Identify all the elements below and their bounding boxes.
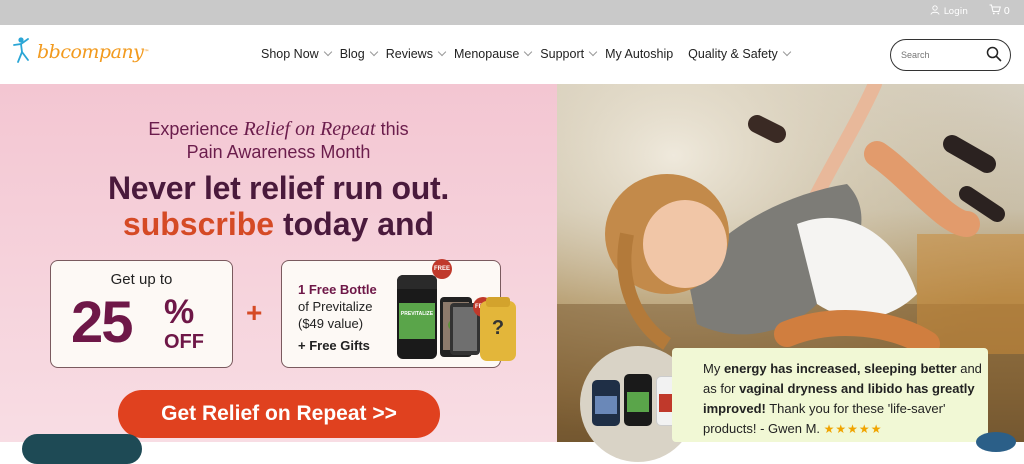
hero-line1-emphasis: Relief on Repeat	[243, 118, 376, 140]
discount-card: Get up to 25 % OFF	[50, 260, 233, 368]
free-bottle-title: 1 Free Bottle	[298, 282, 377, 297]
chevron-down-icon	[437, 47, 447, 57]
nav-label: My Autoship	[605, 47, 674, 61]
free-bottle-product: of Previtalize	[298, 299, 373, 314]
hero-line1-pre: Experience	[148, 119, 244, 139]
nav-label: Support	[540, 47, 585, 61]
hero-promo-panel: Experience Relief on Repeat this Pain Aw…	[0, 84, 557, 464]
cart-count: 0	[1003, 5, 1010, 17]
search-box	[890, 39, 1011, 71]
discount-upto: Get up to	[110, 271, 173, 288]
chevron-down-icon	[524, 47, 533, 57]
site-header: bbcompany ™ Shop Now Blog Reviews Menopa…	[0, 25, 1024, 84]
logo-text: bbcompany	[37, 41, 144, 63]
free-bottle-card: 1 Free Bottle of Previtalize ($49 value)…	[281, 259, 516, 368]
testimonial-card: My energy has increased, sleeping better…	[672, 348, 988, 442]
bottle-label: PREVITALIZE	[400, 311, 434, 317]
discount-percent-sign: %	[164, 293, 195, 331]
nav-item-menopause[interactable]: Menopause	[453, 47, 533, 61]
plus-sign: +	[246, 297, 263, 328]
nav-item-blog[interactable]: Blog	[339, 47, 378, 61]
floating-help-button[interactable]	[976, 432, 1016, 452]
search-icon[interactable]	[986, 46, 1002, 66]
top-utility-bar: Login 0	[0, 0, 1024, 25]
nav-item-reviews[interactable]: Reviews	[385, 47, 447, 61]
free-badge: FREE	[432, 259, 452, 279]
cart-icon	[989, 4, 1001, 18]
hero-headline-line1: Experience Relief on Repeat this	[0, 118, 557, 141]
hero-line1-post: this	[375, 119, 409, 139]
nav-label: Quality & Safety	[688, 47, 778, 61]
hero-subscribe-word: subscribe	[122, 206, 275, 242]
hero-headline-line4: subscribe today and	[0, 206, 557, 243]
previtalize-bottle-image: PREVITALIZE	[397, 275, 437, 359]
mystery-question-mark: ?	[491, 317, 505, 339]
cart-link[interactable]: 0	[989, 4, 1010, 18]
bbcompany-logo[interactable]: bbcompany ™	[13, 35, 149, 69]
search-input[interactable]	[901, 50, 981, 60]
chevron-down-icon	[782, 47, 792, 57]
discount-number: 25	[71, 290, 133, 355]
hero-headline-line3: Never let relief run out.	[107, 170, 450, 206]
star-rating: ★★★★★	[823, 422, 883, 436]
nav-item-support[interactable]: Support	[540, 47, 598, 61]
login-link[interactable]: Login	[930, 5, 968, 18]
nav-label: Menopause	[453, 47, 520, 61]
hero-headline-line2: Pain Awareness Month	[186, 142, 371, 162]
nav-label: Shop Now	[261, 47, 319, 61]
testimonial-quote: My energy has increased, sleeping better…	[703, 359, 983, 439]
quote-bold: energy has increased, sleeping better	[723, 361, 957, 376]
user-icon	[930, 5, 940, 18]
get-relief-cta-button[interactable]: Get Relief on Repeat >>	[118, 390, 440, 438]
chevron-down-icon	[588, 47, 598, 57]
nav-item-my-autoship[interactable]: My Autoship	[605, 47, 673, 61]
free-gifts-label: + Free Gifts	[298, 338, 370, 353]
logo-trademark: ™	[143, 48, 150, 56]
discount-off: OFF	[164, 331, 204, 353]
logo-figure-icon	[13, 35, 35, 69]
chat-bubble-widget[interactable]	[22, 434, 142, 464]
nav-item-quality-safety[interactable]: Quality & Safety	[688, 47, 792, 61]
chevron-down-icon	[323, 47, 332, 57]
nav-item-shop-now[interactable]: Shop Now	[261, 47, 332, 61]
hero-line4-rest: today and	[274, 206, 435, 242]
mystery-gift-jar-image: ?	[480, 297, 516, 361]
quote-text: My	[703, 361, 724, 376]
free-bottle-value: ($49 value)	[298, 316, 364, 331]
login-label: Login	[943, 6, 968, 17]
nav-label: Blog	[339, 47, 365, 61]
nav-label: Reviews	[385, 47, 433, 61]
main-nav: Shop Now Blog Reviews Menopause Support …	[261, 47, 799, 61]
chevron-down-icon	[369, 47, 378, 57]
